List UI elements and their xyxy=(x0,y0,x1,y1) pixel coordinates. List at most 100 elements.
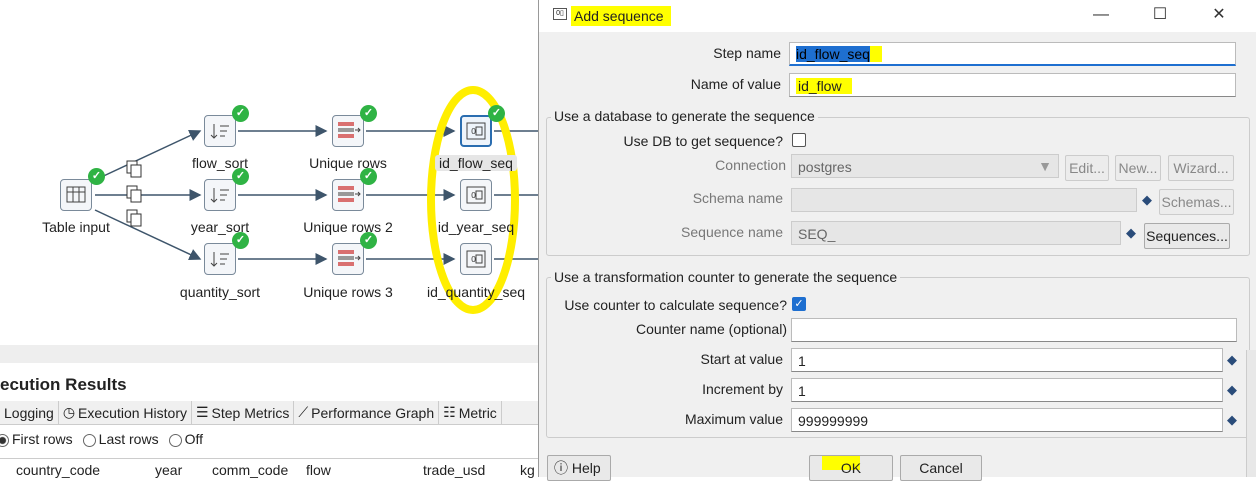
svg-text:0: 0 xyxy=(471,191,476,200)
execution-results-panel: ecution Results Logging ◷ Execution Histo… xyxy=(0,345,540,478)
radio-off[interactable]: Off xyxy=(168,431,203,447)
unique-rows-icon xyxy=(338,186,361,202)
schema-name-label: Schema name xyxy=(692,190,783,206)
add-sequence-dialog: 0▯ Add sequence — ☐ ✕ Step name id_flow_… xyxy=(538,0,1256,481)
increment-label: Increment by xyxy=(702,381,783,397)
tab-metrics[interactable]: ☷ Metric xyxy=(439,401,502,424)
step-name-input[interactable]: id_flow_seq xyxy=(789,42,1236,66)
radio-last-rows[interactable]: Last rows xyxy=(82,431,159,447)
chevron-down-icon: ▼ xyxy=(1038,158,1052,174)
transformation-canvas[interactable]: ✓ Table input ✓ flow_sort ✓ year_sort ✓ … xyxy=(0,0,540,345)
flow-sort-step[interactable] xyxy=(204,115,236,147)
success-check-icon: ✓ xyxy=(360,105,377,122)
graph-icon: ⟋ xyxy=(298,404,309,420)
preview-grid-header: country_code year comm_code flow trade_u… xyxy=(0,458,540,478)
step-label: Unique rows 2 xyxy=(303,219,393,235)
quantity-sort-step[interactable] xyxy=(204,243,236,275)
step-label: Unique rows xyxy=(309,155,387,171)
table-input-step[interactable] xyxy=(60,179,92,211)
use-counter-checkbox[interactable]: ✓ xyxy=(792,297,806,311)
success-check-icon: ✓ xyxy=(488,105,505,122)
group-title: Use a database to generate the sequence xyxy=(551,108,818,124)
background-scroll-edge xyxy=(1246,350,1256,477)
step-label: id_flow_seq xyxy=(435,155,517,171)
column-header[interactable]: kg xyxy=(520,462,535,478)
table-icon xyxy=(66,186,86,203)
preview-mode-radios: First rows Last rows Off xyxy=(0,431,203,447)
close-button[interactable]: ✕ xyxy=(1199,4,1239,26)
dialog-titlebar[interactable]: 0▯ Add sequence — ☐ ✕ xyxy=(539,0,1256,32)
unique-rows-step[interactable] xyxy=(332,115,364,147)
use-db-checkbox[interactable] xyxy=(792,133,806,147)
sequences-button[interactable]: Sequences... xyxy=(1144,223,1230,249)
tab-step-metrics[interactable]: ☰ Step Metrics xyxy=(192,401,295,424)
help-button[interactable]: ⓘ Help xyxy=(547,455,611,481)
max-value-label: Maximum value xyxy=(684,411,783,427)
unique-rows-2-step[interactable] xyxy=(332,179,364,211)
unique-rows-icon xyxy=(338,250,361,266)
schema-name-input[interactable] xyxy=(791,188,1137,212)
counter-name-label: Counter name (optional) xyxy=(636,321,787,337)
variable-icon: ◆ xyxy=(1126,225,1136,240)
start-value-input[interactable]: 1 xyxy=(791,348,1223,372)
schemas-button[interactable]: Schemas... xyxy=(1159,189,1234,215)
id-quantity-seq-step[interactable]: 0 xyxy=(460,243,492,275)
connection-label: Connection xyxy=(715,157,786,173)
max-value-input[interactable]: 999999999 xyxy=(791,408,1223,432)
column-header[interactable]: comm_code xyxy=(212,462,288,478)
tab-logging[interactable]: Logging xyxy=(0,401,59,424)
tab-execution-history[interactable]: ◷ Execution History xyxy=(59,401,192,424)
success-check-icon: ✓ xyxy=(360,232,377,249)
counter-name-input[interactable] xyxy=(791,318,1237,342)
step-label: Table input xyxy=(42,219,110,235)
results-tabs: Logging ◷ Execution History ☰ Step Metrics… xyxy=(0,401,540,425)
use-counter-label: Use counter to calculate sequence? xyxy=(564,297,787,313)
metrics-icon: ☰ xyxy=(195,404,209,420)
success-check-icon: ✓ xyxy=(232,168,249,185)
edit-connection-button[interactable]: Edit... xyxy=(1065,155,1109,181)
step-label: id_year_seq xyxy=(437,219,515,235)
new-connection-button[interactable]: New... xyxy=(1115,155,1161,181)
column-header[interactable]: trade_usd xyxy=(423,462,485,478)
variable-icon: ◆ xyxy=(1227,382,1237,397)
column-header[interactable]: country_code xyxy=(16,462,100,478)
ok-button[interactable]: OK xyxy=(809,455,893,481)
minimize-button[interactable]: — xyxy=(1081,4,1121,26)
step-label: quantity_sort xyxy=(179,284,261,300)
sequence-icon: 0 xyxy=(466,250,486,268)
variable-icon: ◆ xyxy=(1142,192,1152,207)
success-check-icon: ✓ xyxy=(88,168,105,185)
group-title: Use a transformation counter to generate… xyxy=(551,269,901,285)
id-flow-seq-step[interactable]: 0 xyxy=(460,115,492,147)
radio-first-rows[interactable]: First rows xyxy=(0,431,73,447)
column-header[interactable]: year xyxy=(155,462,182,478)
help-icon: ⓘ xyxy=(554,460,572,476)
increment-input[interactable]: 1 xyxy=(791,378,1223,402)
id-year-seq-step[interactable]: 0 xyxy=(460,179,492,211)
sequence-name-input[interactable]: SEQ_ xyxy=(791,221,1121,245)
sequence-icon: 0▯ xyxy=(553,8,567,20)
success-check-icon: ✓ xyxy=(360,168,377,185)
cancel-button[interactable]: Cancel xyxy=(900,455,982,481)
wizard-button[interactable]: Wizard... xyxy=(1168,155,1234,181)
start-value-label: Start at value xyxy=(700,351,784,367)
maximize-button[interactable]: ☐ xyxy=(1140,4,1180,26)
year-sort-step[interactable] xyxy=(204,179,236,211)
connection-select[interactable]: postgres ▼ xyxy=(791,154,1059,178)
step-label: Unique rows 3 xyxy=(303,284,393,300)
variable-icon: ◆ xyxy=(1227,412,1237,427)
sort-icon xyxy=(210,124,229,139)
clock-icon: ◷ xyxy=(62,404,76,420)
variable-icon: ◆ xyxy=(1227,352,1237,367)
column-header[interactable]: flow xyxy=(306,462,331,478)
svg-text:0: 0 xyxy=(471,127,476,136)
success-check-icon: ✓ xyxy=(232,232,249,249)
metrics-icon: ☷ xyxy=(443,404,456,420)
step-label: id_quantity_seq xyxy=(426,284,526,300)
unique-rows-3-step[interactable] xyxy=(332,243,364,275)
name-of-value-label: Name of value xyxy=(690,76,781,92)
success-check-icon: ✓ xyxy=(232,105,249,122)
name-of-value-input[interactable]: id_flow xyxy=(789,73,1236,97)
unique-rows-icon xyxy=(338,122,361,138)
tab-performance-graph[interactable]: ⟋ Performance Graph xyxy=(294,401,440,424)
